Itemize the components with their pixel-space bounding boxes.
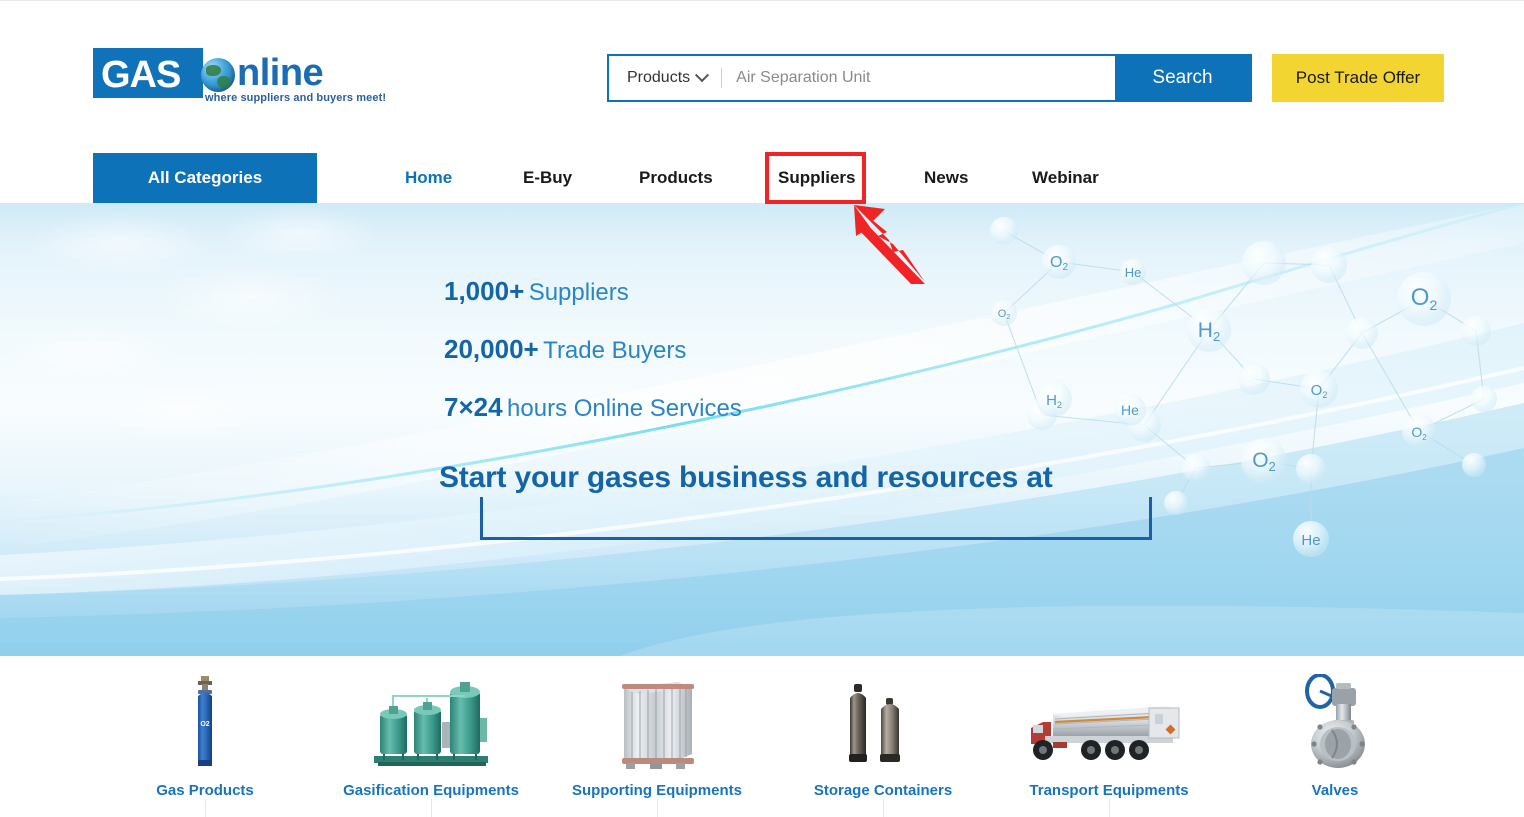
- svg-text:He: He: [1301, 532, 1320, 549]
- all-categories-button[interactable]: All Categories: [93, 153, 317, 203]
- nav-item-ebuy[interactable]: E-Buy: [523, 168, 572, 188]
- molecule-graphic: O2 O2 O2 H2 He O2 O2 H2 He O2 He: [990, 217, 1497, 557]
- hero-banner: O2 O2 O2 H2 He O2 O2 H2 He O2 He 1,000+ …: [0, 203, 1524, 656]
- nav-item-news[interactable]: News: [924, 168, 968, 188]
- hero-stat-text: Suppliers: [528, 279, 629, 306]
- chevron-down-icon: [695, 68, 710, 83]
- category-label: Gasification Equipments: [343, 782, 519, 799]
- site-logo[interactable]: GAS nline where suppliers and buyers mee…: [93, 48, 386, 104]
- post-trade-offer-button[interactable]: Post Trade Offer: [1272, 54, 1444, 102]
- category-item-gas-products[interactable]: O2 Gas Products: [92, 670, 318, 817]
- category-items: O2 Gas Products Gasification Equipments …: [80, 656, 1444, 817]
- hero-stat-services: 7×24 hours Online Services: [444, 392, 742, 423]
- hero-stats: 1,000+ Suppliers 20,000+ Trade Buyers 7×…: [444, 276, 742, 450]
- nav-item-products[interactable]: Products: [639, 168, 713, 188]
- hero-stat-number: 7×24: [444, 392, 503, 422]
- storage-cylinders-icon: [770, 670, 996, 770]
- hero-tagline: Start your gases business and resources …: [439, 461, 1053, 494]
- search-button[interactable]: Search: [1115, 56, 1250, 100]
- category-label: Gas Products: [156, 782, 254, 799]
- logo-gas-text: GAS: [101, 54, 181, 96]
- category-separator: [1109, 799, 1110, 817]
- category-label: Supporting Equipments: [572, 782, 742, 799]
- globe-icon: [201, 58, 235, 92]
- search-bar: Products Search: [607, 54, 1252, 102]
- logo-online-text: nline: [237, 52, 324, 94]
- category-label: Valves: [1311, 782, 1359, 799]
- gasification-plant-icon: [318, 670, 544, 770]
- svg-text:He: He: [1121, 402, 1139, 418]
- category-label: Transport Equipments: [1029, 782, 1189, 799]
- hero-stat-suppliers: 1,000+ Suppliers: [444, 276, 742, 307]
- hero-stat-buyers: 20,000+ Trade Buyers: [444, 334, 742, 365]
- search-category-dropdown[interactable]: Products: [609, 56, 721, 100]
- category-carousel: O2 Gas Products Gasification Equipments …: [0, 656, 1524, 817]
- svg-text:He: He: [1125, 265, 1142, 280]
- category-item-gasification[interactable]: Gasification Equipments: [318, 670, 544, 817]
- category-item-supporting[interactable]: Supporting Equipments: [544, 670, 770, 817]
- search-category-label: Products: [627, 69, 691, 86]
- svg-text:O2: O2: [200, 721, 209, 728]
- hero-stat-text: hours Online Services: [507, 395, 742, 422]
- vaporizer-icon: [544, 670, 770, 770]
- category-item-transport[interactable]: Transport Equipments: [996, 670, 1222, 817]
- hero-stat-number: 1,000+: [444, 276, 525, 306]
- logo-tagline: where suppliers and buyers meet!: [205, 92, 387, 104]
- site-header: GAS nline where suppliers and buyers mee…: [0, 1, 1524, 141]
- category-separator: [657, 799, 658, 817]
- tube-trailer-icon: [996, 670, 1222, 770]
- category-item-valves[interactable]: Valves: [1222, 670, 1448, 817]
- category-label: Storage Containers: [813, 782, 953, 799]
- search-input[interactable]: [722, 56, 1115, 100]
- page-root: GAS nline where suppliers and buyers mee…: [0, 0, 1524, 817]
- hero-stat-text: Trade Buyers: [543, 337, 687, 364]
- category-separator: [205, 799, 206, 817]
- category-separator: [883, 799, 884, 817]
- main-navigation: All Categories Home E-Buy Products Suppl…: [0, 153, 1524, 203]
- hero-bracket-decoration: [480, 497, 1152, 540]
- category-separator: [431, 799, 432, 817]
- hero-stat-number: 20,000+: [444, 334, 539, 364]
- butterfly-valve-icon: [1222, 670, 1448, 770]
- nav-item-home[interactable]: Home: [405, 168, 452, 188]
- category-item-storage[interactable]: Storage Containers: [770, 670, 996, 817]
- gas-cylinder-icon: O2: [92, 670, 318, 770]
- nav-item-suppliers[interactable]: Suppliers: [778, 168, 855, 188]
- nav-item-webinar[interactable]: Webinar: [1032, 168, 1099, 188]
